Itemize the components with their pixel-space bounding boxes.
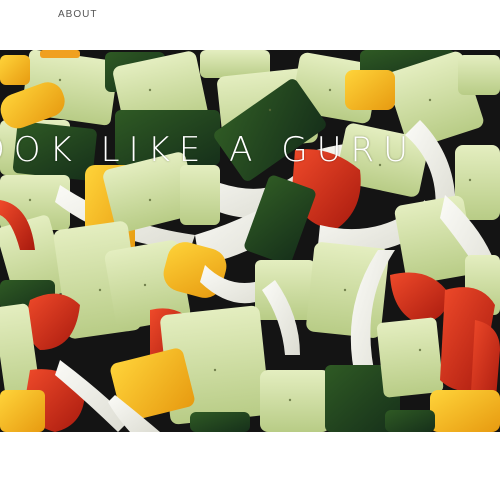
nav-about-link[interactable]: ABOUT: [58, 9, 97, 20]
roasted-vegetables-image: [0, 50, 500, 432]
hero-title: OOK LIKE A GURU: [0, 130, 500, 170]
hero-banner: OOK LIKE A GURU: [0, 50, 500, 432]
hero-title-text: OOK LIKE A GURU: [0, 130, 417, 170]
